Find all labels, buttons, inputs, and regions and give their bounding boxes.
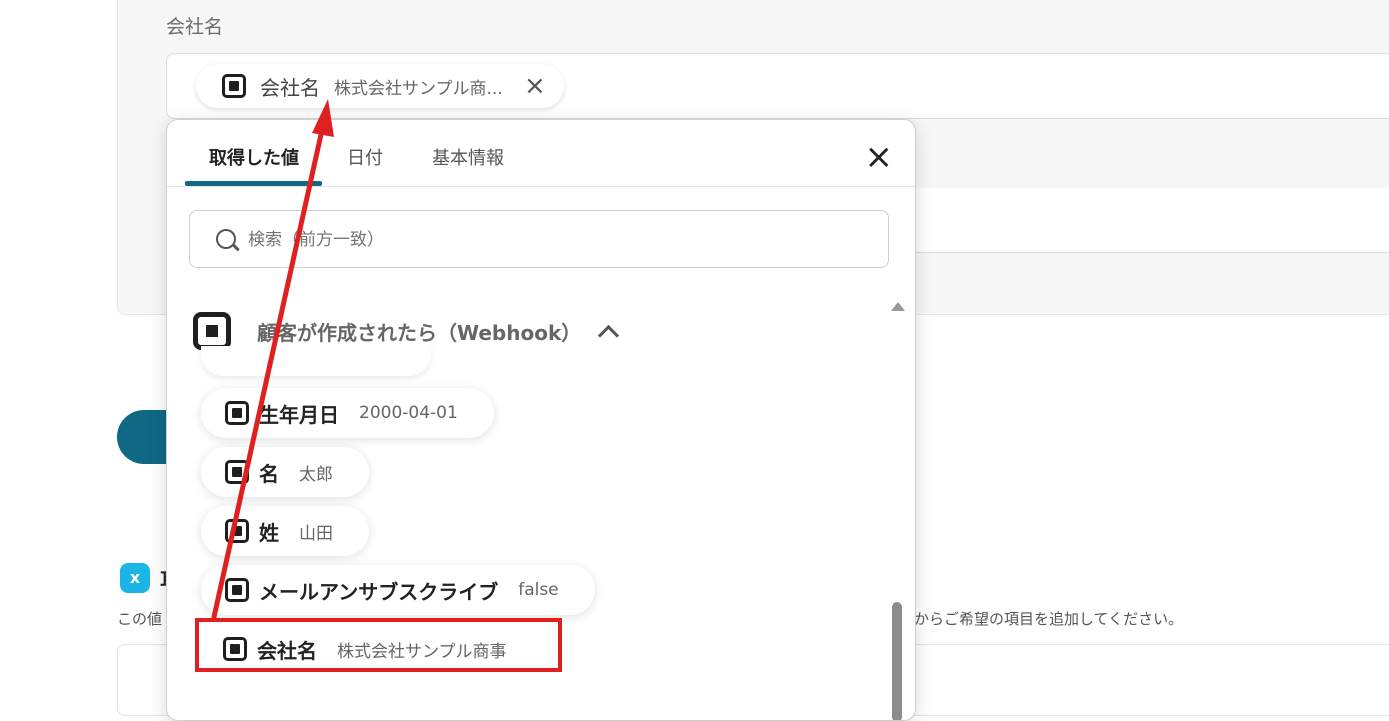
active-tab-indicator [185, 181, 322, 186]
tab-bar: 取得した値 日付 基本情報 × [167, 120, 915, 187]
item-name: 姓 [259, 520, 279, 545]
tab-basic-info[interactable]: 基本情報 [432, 144, 504, 170]
section-icon: x [120, 563, 150, 593]
background-row [915, 118, 1389, 190]
search-box[interactable] [189, 210, 889, 268]
list-item[interactable]: 姓 山田 [201, 506, 369, 556]
square-app-icon [225, 519, 249, 543]
close-icon[interactable]: × [865, 140, 894, 174]
square-app-icon [225, 460, 249, 484]
square-app-icon [193, 312, 231, 350]
item-name: 生年月日 [259, 402, 339, 427]
tab-fetched-values[interactable]: 取得した値 [209, 144, 299, 170]
item-value: 2000-04-01 [359, 403, 458, 423]
list-item[interactable] [201, 346, 431, 376]
scroll-up-arrow-icon[interactable] [891, 302, 905, 311]
item-name: メールアンサブスクライブ [259, 579, 499, 604]
item-value: 山田 [299, 523, 333, 544]
background-row [915, 188, 1389, 253]
highlight-box [195, 618, 562, 672]
help-text-start: この値 [117, 610, 163, 628]
search-icon [216, 229, 236, 249]
scrollbar[interactable] [890, 302, 905, 720]
square-app-icon [225, 401, 249, 425]
selected-chip-name: 会社名 [260, 75, 320, 100]
selected-chip-value: 株式会社サンプル商... [334, 78, 503, 99]
square-app-icon [222, 74, 246, 98]
list-item[interactable]: 名 太郎 [201, 447, 369, 497]
field-label: 会社名 [166, 16, 224, 38]
list-item[interactable]: メールアンサブスクライブ false [201, 565, 595, 615]
tab-date[interactable]: 日付 [347, 144, 383, 170]
selected-value-chip[interactable]: 会社名 株式会社サンプル商... × [196, 64, 564, 108]
item-name: 名 [259, 461, 279, 486]
chevron-up-icon[interactable] [598, 324, 620, 346]
item-value: false [518, 580, 559, 600]
search-input[interactable] [246, 223, 850, 257]
trigger-group-header[interactable]: 顧客が作成されたら（Webhook） [193, 312, 620, 350]
remove-chip-icon[interactable]: × [524, 73, 546, 99]
scrollbar-thumb[interactable] [892, 602, 902, 720]
help-text-end: からご希望の項目を追加してください。 [914, 610, 1184, 628]
square-app-icon [225, 578, 249, 602]
item-value: 太郎 [299, 464, 333, 485]
group-title: 顧客が作成されたら（Webhook） [257, 320, 582, 345]
list-item[interactable]: 生年月日 2000-04-01 [201, 388, 494, 438]
